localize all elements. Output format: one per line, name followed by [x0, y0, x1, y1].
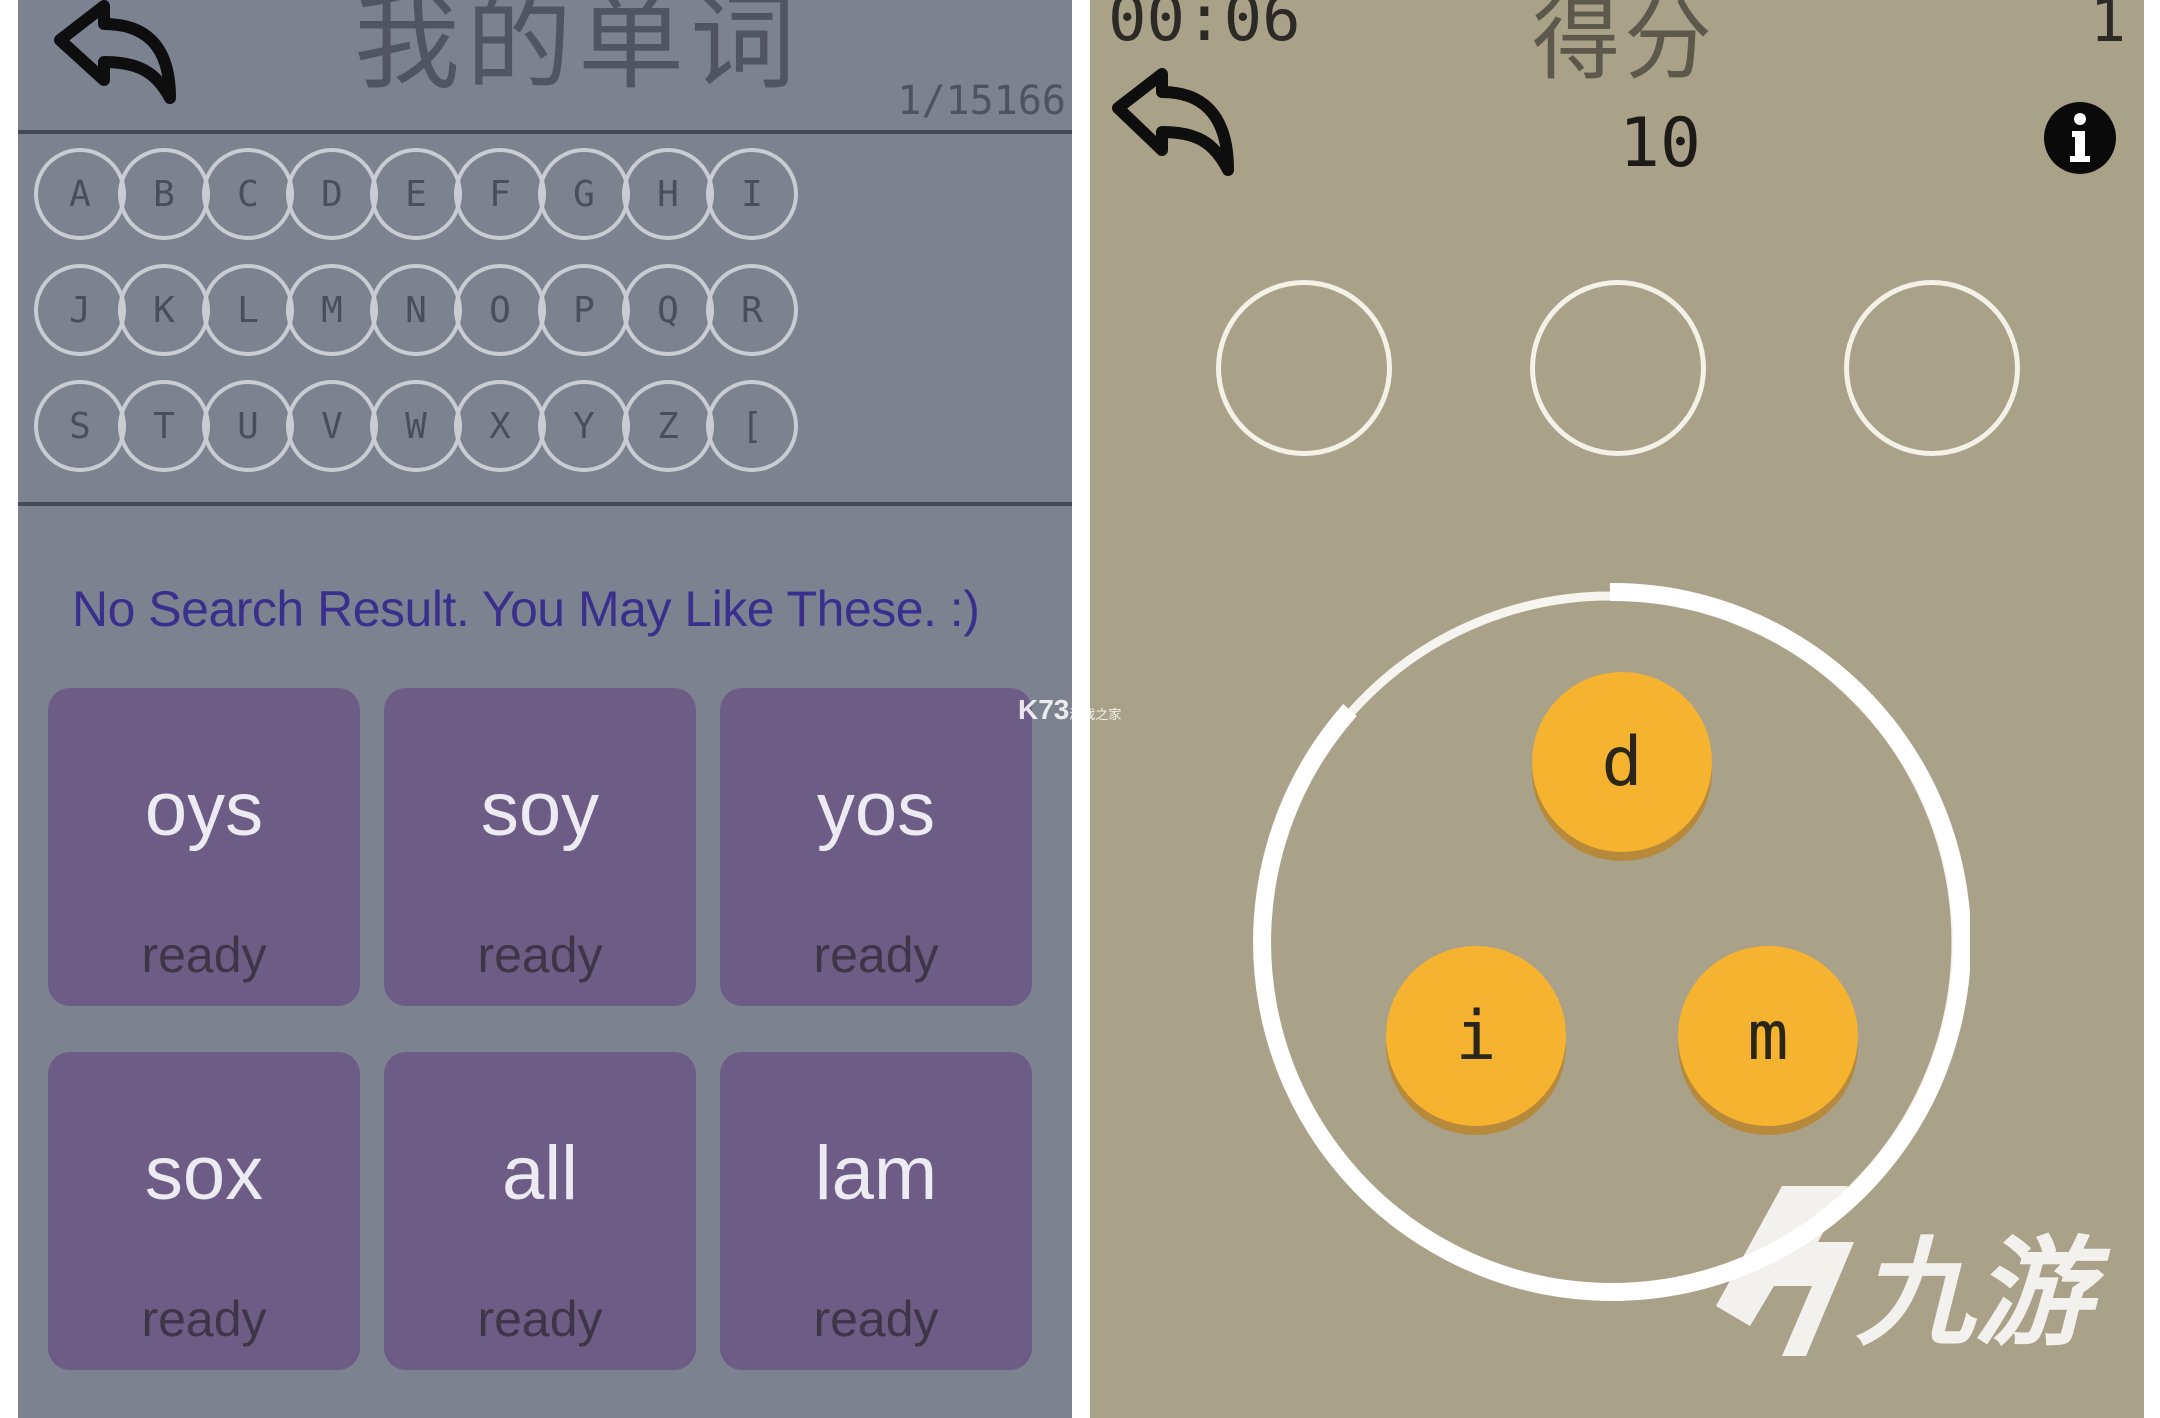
letter-button[interactable]: B — [118, 148, 210, 240]
word-status: ready — [813, 1291, 939, 1347]
search-message: No Search Result. You May Like These. :) — [72, 581, 980, 637]
word-status: ready — [813, 927, 939, 983]
divider — [18, 502, 1072, 506]
score-value: 10 — [1619, 104, 1701, 183]
letter-tile[interactable]: i — [1386, 946, 1566, 1126]
letter-button[interactable]: S — [34, 380, 126, 472]
back-arrow-icon[interactable] — [52, 0, 182, 110]
letter-button[interactable]: W — [370, 380, 462, 472]
letter-tile[interactable]: m — [1678, 946, 1858, 1126]
word-label: yos — [816, 767, 936, 852]
answer-slot[interactable] — [1844, 280, 2020, 456]
word-card[interactable]: oys ready — [48, 688, 360, 1006]
word-card[interactable]: sox ready — [48, 1052, 360, 1370]
page-title: 我的单词 — [354, 0, 802, 104]
score-label: 得分 — [1531, 0, 1716, 92]
letter-button[interactable]: U — [202, 380, 294, 472]
answer-slot[interactable] — [1530, 280, 1706, 456]
letter-button[interactable]: V — [286, 380, 378, 472]
info-icon[interactable] — [2042, 100, 2118, 176]
word-card[interactable]: all ready — [384, 1052, 696, 1370]
letter-button[interactable]: Y — [538, 380, 630, 472]
letter-button[interactable]: H — [622, 148, 714, 240]
letter-button[interactable]: Q — [622, 264, 714, 356]
letter-button[interactable]: J — [34, 264, 126, 356]
word-label: soy — [480, 767, 600, 852]
letter-button[interactable]: A — [34, 148, 126, 240]
letter-button[interactable]: E — [370, 148, 462, 240]
watermark-k73: K73游戏之家 — [1018, 694, 1122, 725]
watermark-text: 九游 — [1856, 1224, 2111, 1362]
back-arrow-icon[interactable] — [1110, 66, 1240, 182]
level-number: 1 — [2089, 0, 2126, 56]
word-status: ready — [141, 1291, 267, 1347]
letter-button[interactable]: M — [286, 264, 378, 356]
letter-button[interactable]: F — [454, 148, 546, 240]
watermark-jiuyou: 九游 — [1716, 1186, 2111, 1362]
word-status: ready — [477, 1291, 603, 1347]
letter-button[interactable]: Z — [622, 380, 714, 472]
letter-button[interactable]: T — [118, 380, 210, 472]
letter-button[interactable]: N — [370, 264, 462, 356]
letter-button[interactable]: D — [286, 148, 378, 240]
word-status: ready — [477, 927, 603, 983]
letter-button[interactable]: [ — [706, 380, 798, 472]
letter-button[interactable]: O — [454, 264, 546, 356]
letter-grid: A B C D E F G H I J K L M N O P Q R S T U V W X Y Z[ — [34, 148, 1072, 498]
word-label: sox — [144, 1131, 264, 1216]
letter-button[interactable]: R — [706, 264, 798, 356]
letter-button[interactable]: I — [706, 148, 798, 240]
divider — [18, 130, 1072, 134]
letter-button[interactable]: G — [538, 148, 630, 240]
word-card[interactable]: lam ready — [720, 1052, 1032, 1370]
answer-slot[interactable] — [1216, 280, 1392, 456]
word-count: 1/15166 — [897, 78, 1066, 124]
my-words-screen: 我的单词 1/15166 A B C D E F G H I J K L M N O P Q R S T U V W X Y Z[… — [18, 0, 1072, 1418]
word-label: lam — [814, 1131, 938, 1216]
word-label: all — [501, 1131, 579, 1216]
timer: 00:06 — [1108, 0, 1301, 56]
letter-button[interactable]: K — [118, 264, 210, 356]
letter-button[interactable]: X — [454, 380, 546, 472]
word-status: ready — [141, 927, 267, 983]
letter-tile[interactable]: d — [1532, 672, 1712, 852]
word-label: oys — [144, 767, 264, 852]
letter-button[interactable]: C — [202, 148, 294, 240]
word-card[interactable]: yos ready — [720, 688, 1032, 1006]
word-card[interactable]: soy ready — [384, 688, 696, 1006]
letter-button[interactable]: L — [202, 264, 294, 356]
letter-button[interactable]: P — [538, 264, 630, 356]
